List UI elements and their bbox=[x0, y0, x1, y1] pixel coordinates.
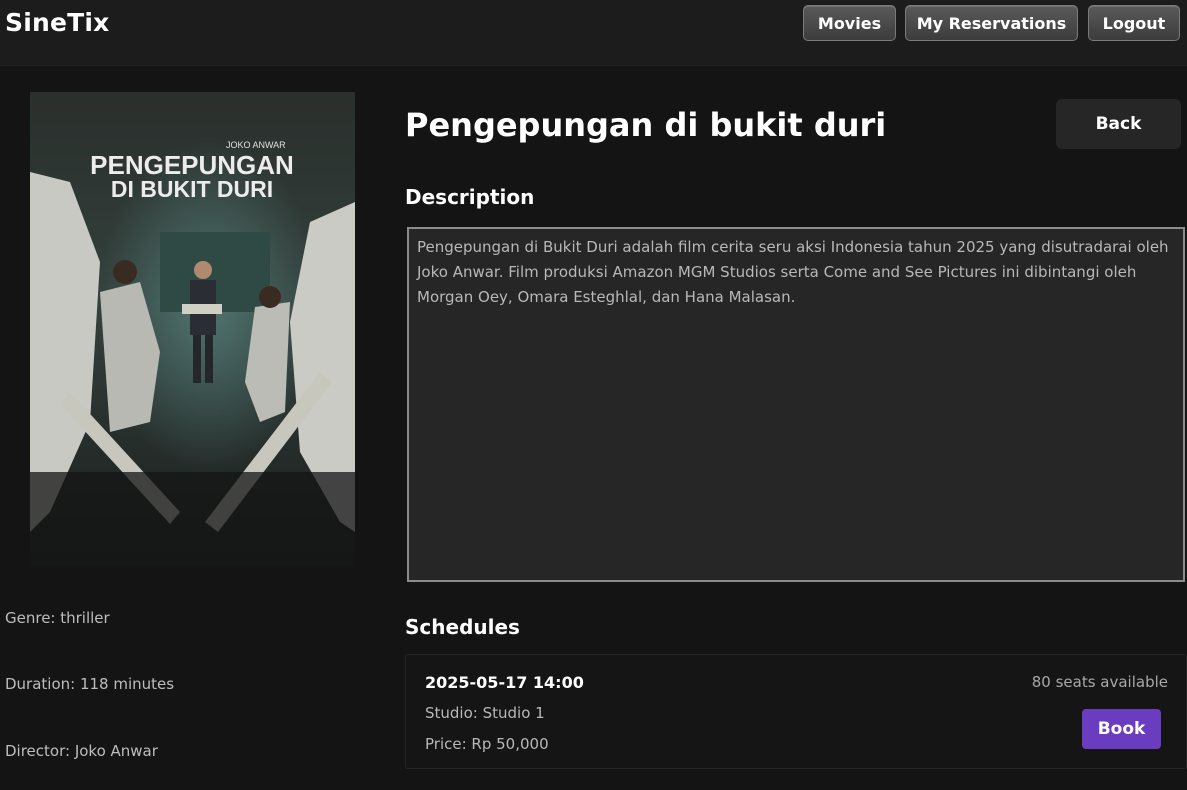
page-title: Pengepungan di bukit duri bbox=[405, 106, 887, 144]
brand-logo[interactable]: SineTix bbox=[5, 8, 109, 37]
director-text: Director: Joko Anwar bbox=[5, 742, 158, 760]
movie-poster: JOKO ANWAR PENGEPUNGAN DI BUKIT DURI bbox=[30, 92, 355, 567]
schedules-heading: Schedules bbox=[405, 615, 520, 639]
my-reservations-nav-button[interactable]: My Reservations bbox=[905, 5, 1078, 41]
logout-button[interactable]: Logout bbox=[1088, 5, 1180, 41]
duration-text: Duration: 118 minutes bbox=[5, 675, 175, 693]
poster-title-line2: DI BUKIT DURI bbox=[111, 176, 273, 202]
movies-nav-button[interactable]: Movies bbox=[803, 5, 896, 41]
back-button[interactable]: Back bbox=[1056, 99, 1181, 149]
top-navbar: SineTix Movies My Reservations Logout bbox=[0, 0, 1187, 66]
movie-poster-image: JOKO ANWAR PENGEPUNGAN DI BUKIT DURI bbox=[30, 92, 355, 567]
description-textarea[interactable]: Pengepungan di Bukit Duri adalah film ce… bbox=[407, 227, 1185, 582]
schedule-card: 2025-05-17 14:00 Studio: Studio 1 Price:… bbox=[405, 654, 1187, 769]
book-button[interactable]: Book bbox=[1082, 709, 1161, 749]
description-heading: Description bbox=[405, 185, 535, 209]
genre-text: Genre: thriller bbox=[5, 609, 110, 627]
schedule-studio: Studio: Studio 1 bbox=[425, 704, 545, 722]
poster-credit: JOKO ANWAR bbox=[226, 140, 286, 150]
schedule-datetime: 2025-05-17 14:00 bbox=[425, 673, 584, 692]
schedule-price: Price: Rp 50,000 bbox=[425, 735, 549, 753]
schedule-seats-available: 80 seats available bbox=[1031, 673, 1168, 691]
